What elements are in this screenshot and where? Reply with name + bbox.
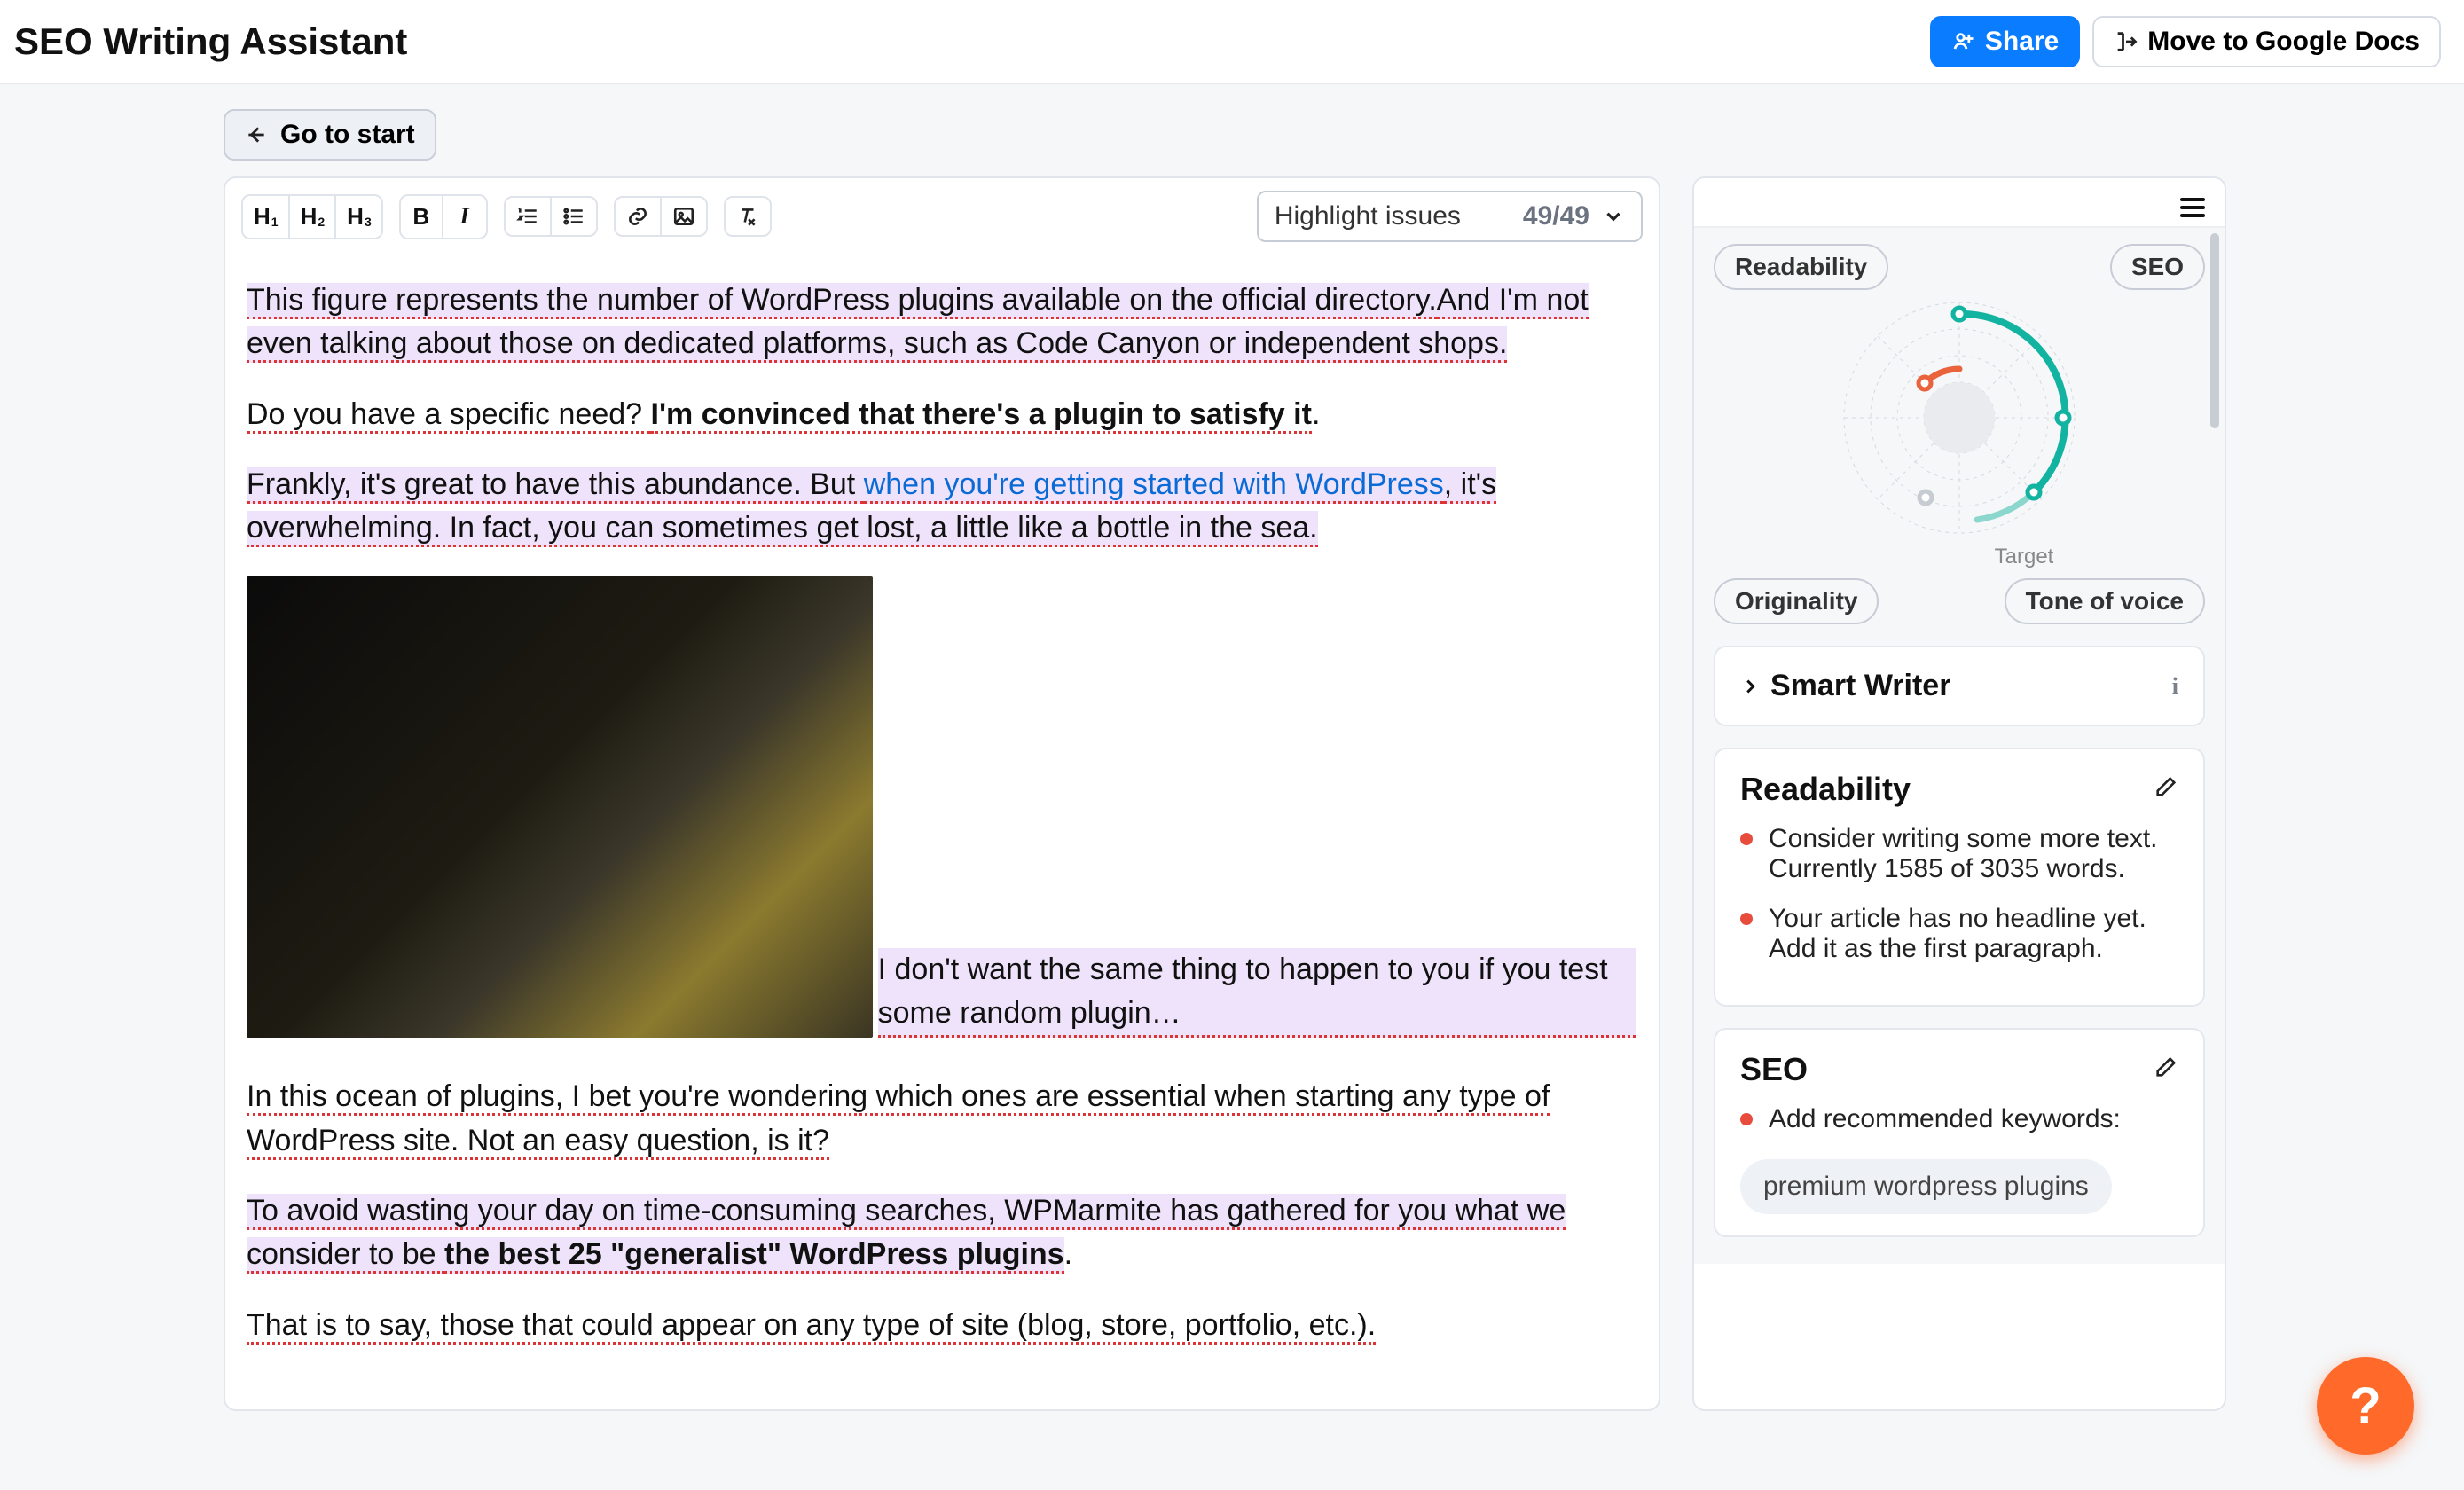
export-icon xyxy=(2114,29,2138,54)
header-actions: Share Move to Google Docs xyxy=(1930,16,2441,67)
pill-tone[interactable]: Tone of voice xyxy=(2005,578,2205,624)
share-button[interactable]: Share xyxy=(1930,16,2080,67)
radar-svg xyxy=(1826,285,2092,551)
sidebar-menu-button[interactable] xyxy=(2180,198,2205,217)
list-group xyxy=(504,196,598,237)
unordered-list-button[interactable] xyxy=(552,198,596,235)
paragraph: Frankly, it's great to have this abundan… xyxy=(247,463,1636,551)
chevron-down-icon xyxy=(1602,205,1625,228)
help-icon: ? xyxy=(2350,1376,2381,1436)
back-row: Go to start xyxy=(0,84,2464,161)
highlight-issues-dropdown[interactable]: Highlight issues 49/49 xyxy=(1257,191,1643,242)
image-icon xyxy=(672,205,695,228)
pill-originality[interactable]: Originality xyxy=(1714,578,1879,624)
highlight-label: Highlight issues xyxy=(1275,201,1461,231)
pill-seo[interactable]: SEO xyxy=(2110,244,2205,290)
h1-button[interactable]: H1 xyxy=(243,196,290,238)
app-header: SEO Writing Assistant Share Move to Goog… xyxy=(0,0,2464,84)
image-button[interactable] xyxy=(662,198,706,235)
issue-item: Your article has no headline yet. Add it… xyxy=(1740,904,2178,964)
format-group: B I xyxy=(399,194,488,239)
paragraph: This figure represents the number of Wor… xyxy=(247,278,1636,366)
clear-group xyxy=(724,196,772,237)
unordered-list-icon xyxy=(562,205,585,228)
heading-group: H1 H2 H3 xyxy=(241,194,383,239)
issue-dot-icon xyxy=(1740,833,1753,845)
document-body[interactable]: This figure represents the number of Wor… xyxy=(225,255,1659,1409)
readability-title: Readability xyxy=(1740,771,1911,808)
bold-button[interactable]: B xyxy=(401,196,443,238)
pencil-icon xyxy=(2154,774,2178,799)
paragraph: To avoid wasting your day on time-consum… xyxy=(247,1189,1636,1277)
issue-item: Add recommended keywords: xyxy=(1740,1104,2178,1134)
editor-toolbar: H1 H2 H3 B I xyxy=(225,178,1659,255)
seo-title: SEO xyxy=(1740,1051,1808,1088)
chevron-right-icon xyxy=(1740,677,1760,696)
ordered-list-button[interactable] xyxy=(506,198,552,235)
clear-format-button[interactable] xyxy=(726,198,770,235)
help-fab[interactable]: ? xyxy=(2317,1357,2414,1455)
ordered-list-icon xyxy=(516,205,539,228)
share-label: Share xyxy=(1985,27,2059,57)
radar-chart: Target xyxy=(1826,285,2092,569)
issue-item: Consider writing some more text. Current… xyxy=(1740,824,2178,884)
app-title: SEO Writing Assistant xyxy=(14,20,407,63)
paragraph: In this ocean of plugins, I bet you're w… xyxy=(247,1075,1636,1163)
issue-count: 49/49 xyxy=(1523,201,1589,231)
readability-card: Readability Consider writing some more t… xyxy=(1714,748,2205,1007)
edit-seo-button[interactable] xyxy=(2154,1055,2178,1086)
pencil-icon xyxy=(2154,1055,2178,1079)
clear-format-icon xyxy=(736,205,759,228)
paragraph: That is to say, those that could appear … xyxy=(247,1304,1636,1347)
seo-card: SEO Add recommended keywords: premium wo… xyxy=(1714,1028,2205,1237)
analysis-sidebar: Readability SEO xyxy=(1692,176,2226,1411)
move-label: Move to Google Docs xyxy=(2147,27,2420,57)
embedded-image-row: I don't want the same thing to happen to… xyxy=(247,576,1636,1038)
link-icon xyxy=(626,205,649,228)
embedded-image[interactable] xyxy=(247,576,873,1038)
editor-card: H1 H2 H3 B I xyxy=(224,176,1660,1411)
pill-readability[interactable]: Readability xyxy=(1714,244,1888,290)
paragraph: I don't want the same thing to happen to… xyxy=(878,948,1636,1039)
h2-button[interactable]: H2 xyxy=(290,196,337,238)
main-layout: H1 H2 H3 B I xyxy=(0,161,2464,1411)
back-label: Go to start xyxy=(280,120,415,150)
italic-button[interactable]: I xyxy=(443,196,486,237)
sidebar-scrollbar[interactable] xyxy=(2210,233,2219,1259)
arrow-left-icon xyxy=(245,123,268,146)
share-icon xyxy=(1951,29,1976,54)
info-icon[interactable]: i xyxy=(2172,673,2178,700)
smart-writer-card[interactable]: Smart Writer i xyxy=(1714,646,2205,726)
keyword-chip[interactable]: premium wordpress plugins xyxy=(1740,1159,2112,1214)
paragraph: Do you have a specific need? I'm convinc… xyxy=(247,393,1636,436)
edit-readability-button[interactable] xyxy=(2154,774,2178,805)
move-to-gdocs-button[interactable]: Move to Google Docs xyxy=(2092,16,2441,67)
go-to-start-button[interactable]: Go to start xyxy=(224,109,436,161)
issue-dot-icon xyxy=(1740,913,1753,925)
insert-group xyxy=(614,196,708,237)
issue-dot-icon xyxy=(1740,1113,1753,1125)
smart-writer-title: Smart Writer xyxy=(1770,669,1950,703)
h3-button[interactable]: H3 xyxy=(336,196,381,238)
link-button[interactable] xyxy=(616,198,662,235)
